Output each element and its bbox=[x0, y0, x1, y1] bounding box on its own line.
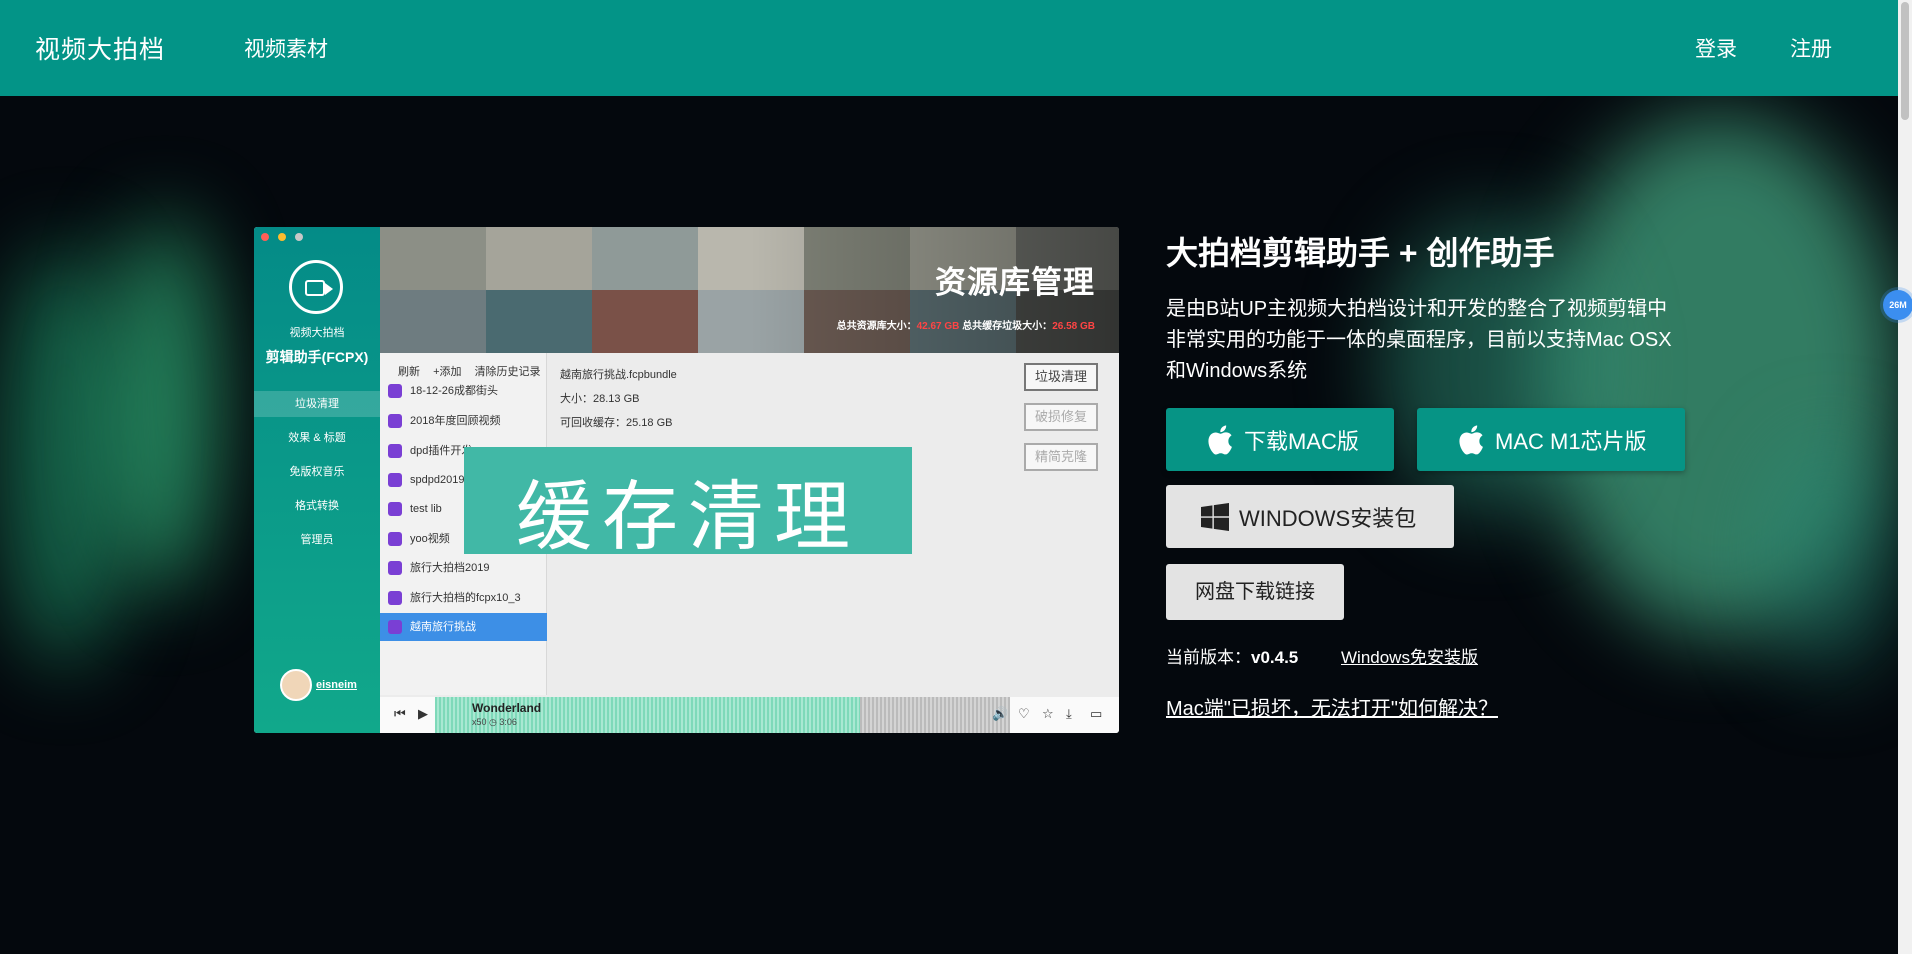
background-glow bbox=[0, 246, 130, 666]
download-mac-m1-button[interactable]: MAC M1芯片版 bbox=[1417, 408, 1685, 471]
window-icon: ▭ bbox=[1090, 706, 1103, 721]
list-item: 18-12-26成都街头 bbox=[380, 377, 547, 405]
song-title: Wonderland bbox=[472, 701, 542, 715]
trash-clean-button: 垃圾清理 bbox=[1024, 363, 1098, 391]
banner-title: 资源库管理 bbox=[935, 265, 1095, 300]
banner: 资源库管理 总共资源库大小：42.67 GB 总共缓存垃圾大小：26.58 GB bbox=[380, 227, 1119, 353]
page-scrollbar[interactable] bbox=[1898, 0, 1912, 954]
app-title: 剪辑助手(FCPX) bbox=[265, 349, 369, 365]
background-glow bbox=[110, 216, 220, 596]
register-link[interactable]: 注册 bbox=[1790, 33, 1832, 63]
nav-link-video-materials[interactable]: 视频素材 bbox=[244, 33, 328, 63]
windows-icon bbox=[1201, 502, 1229, 531]
list-item-selected: 越南旅行挑战 bbox=[380, 613, 547, 641]
download-mac-button[interactable]: 下载MAC版 bbox=[1166, 408, 1394, 471]
apple-icon bbox=[1204, 424, 1234, 456]
prev-icon: ⏮ bbox=[394, 706, 406, 721]
camera-icon bbox=[289, 260, 343, 314]
play-icon: ▶ bbox=[418, 706, 428, 721]
apple-icon bbox=[1455, 424, 1485, 456]
window-zoom-dot bbox=[295, 233, 303, 241]
star-icon: ☆ bbox=[1042, 706, 1054, 721]
scrollbar-thumb[interactable] bbox=[1901, 2, 1909, 120]
menu-item-trash-clean: 垃圾清理 bbox=[254, 391, 380, 417]
repair-button: 破损修复 bbox=[1024, 403, 1098, 431]
menu-item-convert: 格式转换 bbox=[295, 500, 339, 512]
download-icon: ⤓ bbox=[1066, 706, 1072, 721]
hero-title: 大拍档剪辑助手 + 创作助手 bbox=[1166, 235, 1555, 271]
heart-icon: ♡ bbox=[1018, 706, 1030, 721]
window-close-dot bbox=[261, 233, 269, 241]
username: eisneim bbox=[316, 679, 357, 691]
list-item: 2018年度回顾视频 bbox=[380, 407, 547, 435]
list-item: 旅行大拍档的fcpx10_3 bbox=[380, 584, 547, 612]
mac-damaged-help-link[interactable]: Mac端"已损坏，无法打开"如何解决？ bbox=[1166, 692, 1498, 721]
app-screenshot: 视频大拍档 剪辑助手(FCPX) 垃圾清理 效果 & 标题 免版权音乐 格式转换… bbox=[254, 227, 1119, 733]
menu-item-effects: 效果 & 标题 bbox=[288, 432, 346, 444]
background-glow bbox=[1760, 436, 1898, 676]
song-meta: x50 ◷ 3:06 bbox=[472, 717, 517, 727]
app-subtitle: 视频大拍档 bbox=[289, 327, 345, 339]
top-nav: 视频大拍档 视频素材 登录 注册 bbox=[0, 0, 1898, 96]
netdisk-link-button[interactable]: 网盘下载链接 bbox=[1166, 564, 1344, 620]
download-windows-button[interactable]: WINDOWS安装包 bbox=[1166, 485, 1454, 548]
floating-badge[interactable]: 26M bbox=[1883, 290, 1912, 320]
brand-logo[interactable]: 视频大拍档 bbox=[35, 30, 165, 66]
clone-button: 精简克隆 bbox=[1024, 443, 1098, 471]
menu-item-admin: 管理员 bbox=[300, 534, 334, 546]
current-version: 当前版本：v0.4.5 bbox=[1166, 648, 1299, 667]
banner-stats: 总共资源库大小：42.67 GB 总共缓存垃圾大小：26.58 GB bbox=[836, 321, 1095, 332]
hero-description: 是由B站UP主视频大拍档设计和开发的整合了视频剪辑中非常实用的功能于一体的桌面程… bbox=[1166, 298, 1672, 382]
waveform-remaining bbox=[860, 697, 1010, 733]
menu-item-music: 免版权音乐 bbox=[289, 466, 345, 478]
app-sidebar: 视频大拍档 剪辑助手(FCPX) 垃圾清理 效果 & 标题 免版权音乐 格式转换… bbox=[254, 227, 380, 733]
windows-portable-link[interactable]: Windows免安装版 bbox=[1341, 643, 1478, 668]
cache-clean-overlay: 缓存清理 bbox=[464, 447, 912, 561]
music-player: ⏮ ▶ ⏭ Wonderland x50 ◷ 3:06 🔊 ♡ ☆ ⤓ ▭ bbox=[380, 697, 1119, 733]
avatar bbox=[280, 669, 312, 701]
window-minimize-dot bbox=[278, 233, 286, 241]
login-link[interactable]: 登录 bbox=[1695, 33, 1737, 63]
library-detail: 越南旅行挑战.fcpbundle 大小：28.13 GB 可回收缓存：25.18… bbox=[560, 369, 677, 429]
volume-icon: 🔊 bbox=[992, 706, 1009, 721]
